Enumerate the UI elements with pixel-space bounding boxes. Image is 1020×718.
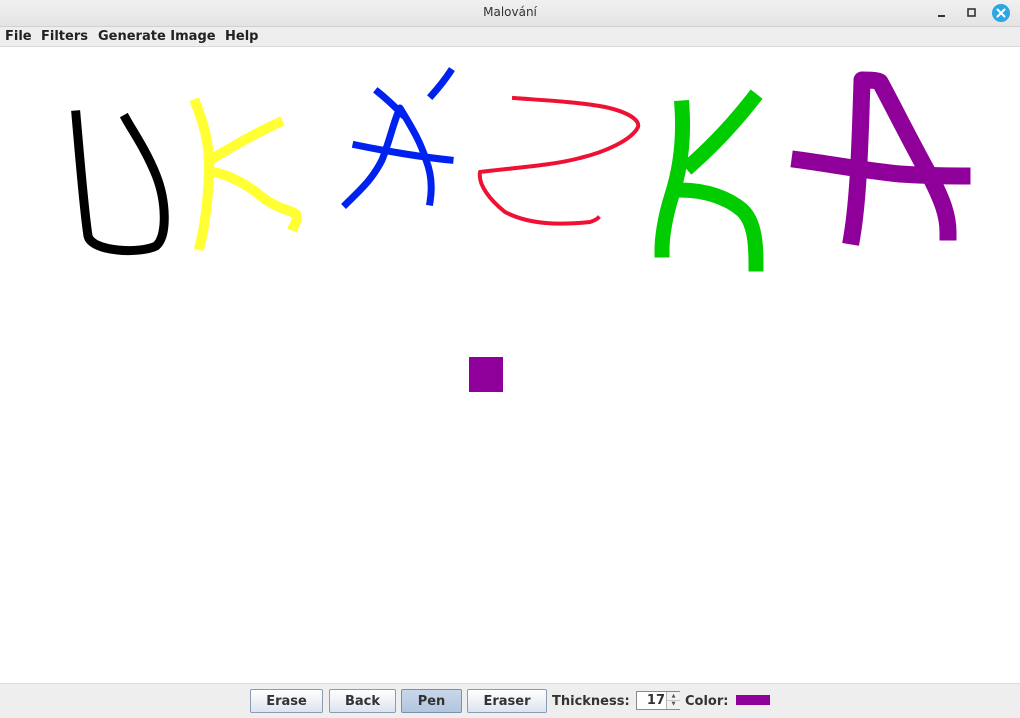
color-label: Color: [685, 694, 729, 709]
pen-button[interactable]: Pen [401, 689, 462, 713]
minimize-button[interactable] [932, 3, 952, 23]
menu-help[interactable]: Help [223, 28, 260, 45]
stroke-letter-a-acute [341, 67, 455, 209]
menu-bar: File Filters Generate Image Help [0, 27, 1020, 47]
drawn-square [469, 357, 503, 392]
menu-file[interactable]: File [3, 28, 34, 45]
drawing-surface[interactable] [0, 47, 1020, 683]
window-title: Malování [483, 5, 537, 19]
close-icon [992, 4, 1010, 22]
color-swatch[interactable] [736, 695, 770, 705]
stroke-letter-k-yellow [189, 97, 302, 252]
erase-button[interactable]: Erase [250, 689, 323, 713]
spinner-arrows: ▲ ▼ [666, 692, 680, 709]
menu-filters[interactable]: Filters [39, 28, 90, 45]
thickness-value[interactable]: 17 [637, 692, 667, 709]
menu-generate-image[interactable]: Generate Image [96, 28, 218, 45]
spinner-down-icon[interactable]: ▼ [667, 700, 680, 708]
maximize-icon [967, 8, 976, 17]
maximize-button[interactable] [962, 3, 982, 23]
drawing-canvas[interactable] [0, 47, 1020, 683]
close-button[interactable] [991, 3, 1011, 23]
stroke-letter-k-green [654, 89, 764, 272]
title-bar: Malování [0, 0, 1020, 27]
bottom-toolbar: Erase Back Pen Eraser Thickness: 17 ▲ ▼ … [0, 683, 1020, 718]
eraser-button[interactable]: Eraser [467, 689, 547, 713]
back-button[interactable]: Back [329, 689, 396, 713]
stroke-letter-z-caron [477, 95, 641, 226]
thickness-label: Thickness: [552, 694, 630, 709]
minimize-icon [938, 15, 945, 17]
thickness-spinner[interactable]: 17 ▲ ▼ [636, 691, 680, 710]
stroke-letter-a-purple [790, 71, 971, 246]
stroke-letter-u [71, 110, 169, 256]
